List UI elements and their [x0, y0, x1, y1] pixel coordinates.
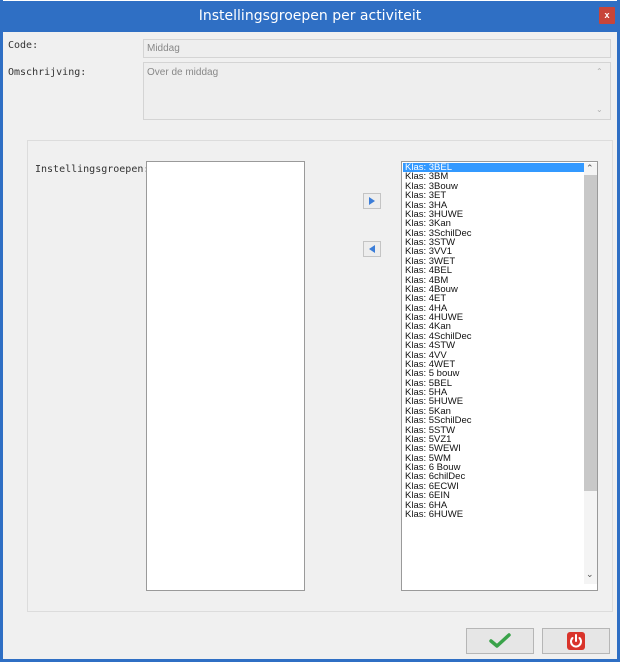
list-item[interactable]: Klas: 6HA [403, 501, 584, 510]
list-item[interactable]: Klas: 4SchilDec [403, 332, 584, 341]
list-item[interactable]: Klas: 4Bouw [403, 285, 584, 294]
list-item[interactable]: Klas: 6HUWE [403, 510, 584, 519]
list-item[interactable]: Klas: 6ECWI [403, 482, 584, 491]
checkmark-icon [489, 633, 511, 648]
list-item[interactable]: Klas: 4HA [403, 304, 584, 313]
list-item[interactable]: Klas: 3BM [403, 172, 584, 181]
description-field[interactable]: Over de middag ⌃ ⌄ [143, 62, 611, 120]
list-item[interactable]: Klas: 5HUWE [403, 397, 584, 406]
list-item[interactable]: Klas: 5Kan [403, 407, 584, 416]
list-item[interactable]: Klas: 6EIN [403, 491, 584, 500]
groups-label: Instellingsgroepen: [35, 164, 150, 175]
list-item[interactable]: Klas: 3BEL [403, 163, 584, 173]
description-text: Over de middag [147, 67, 219, 78]
list-item[interactable]: Klas: 6chilDec [403, 472, 584, 481]
dialog-window: Instellingsgroepen per activiteit x Code… [0, 0, 620, 662]
code-label: Code: [8, 40, 39, 51]
selected-groups-list[interactable] [146, 161, 305, 591]
available-groups-list[interactable]: Klas: 3BEL Klas: 3BM Klas: 3Bouw Klas: 3ET K… [401, 161, 598, 591]
description-label: Omschrijving: [8, 67, 87, 78]
arrow-right-icon [369, 197, 375, 205]
scroll-down-icon[interactable]: ⌄ [596, 105, 603, 114]
window-title: Instellingsgroepen per activiteit [198, 8, 422, 24]
list-item[interactable]: Klas: 6 Bouw [403, 463, 584, 472]
list-item[interactable]: Klas: 3Kan [403, 219, 584, 228]
confirm-button[interactable] [466, 628, 534, 654]
list-item[interactable]: Klas: 4VV [403, 351, 584, 360]
close-button[interactable]: x [599, 7, 615, 24]
scroll-up-icon[interactable]: ⌃ [596, 67, 603, 76]
list-item[interactable]: Klas: 3VV1 [403, 247, 584, 256]
move-right-button[interactable] [363, 193, 381, 209]
list-item[interactable]: Klas: 4BEL [403, 266, 584, 275]
list-item[interactable]: Klas: 4Kan [403, 322, 584, 331]
arrow-left-icon [369, 245, 375, 253]
list-item[interactable]: Klas: 3SchilDec [403, 229, 584, 238]
list-item[interactable]: Klas: 3ET [403, 191, 584, 200]
power-icon [567, 632, 585, 650]
available-groups-items: Klas: 3BEL Klas: 3BM Klas: 3Bouw Klas: 3ET K… [403, 163, 584, 519]
move-left-button[interactable] [363, 241, 381, 257]
list-item[interactable]: Klas: 4STW [403, 341, 584, 350]
list-item[interactable]: Klas: 5WEWI [403, 444, 584, 453]
list-item[interactable]: Klas: 4HUWE [403, 313, 584, 322]
groups-panel: Instellingsgroepen: Klas: 3BEL Klas: 3BM K… [27, 140, 613, 612]
list-item[interactable]: Klas: 5BEL [403, 379, 584, 388]
title-bar[interactable]: Instellingsgroepen per activiteit x [3, 0, 617, 32]
list-item[interactable]: Klas: 3Bouw [403, 182, 584, 191]
list-item[interactable]: Klas: 3WET [403, 257, 584, 266]
cancel-button[interactable] [542, 628, 610, 654]
list-item[interactable]: Klas: 5 bouw [403, 369, 584, 378]
scroll-thumb[interactable] [584, 175, 597, 491]
list-item[interactable]: Klas: 5STW [403, 426, 584, 435]
list-item[interactable]: Klas: 5VZ1 [403, 435, 584, 444]
list-item[interactable]: Klas: 3HA [403, 201, 584, 210]
list-scrollbar[interactable]: ⌃ ⌄ [584, 163, 597, 584]
list-item[interactable]: Klas: 3HUWE [403, 210, 584, 219]
list-item[interactable]: Klas: 5HA [403, 388, 584, 397]
chevron-up-icon[interactable]: ⌃ [586, 163, 594, 174]
chevron-down-icon[interactable]: ⌄ [586, 569, 594, 580]
list-item[interactable]: Klas: 5SchilDec [403, 416, 584, 425]
list-item[interactable]: Klas: 4ET [403, 294, 584, 303]
list-item[interactable]: Klas: 3STW [403, 238, 584, 247]
code-field[interactable]: Middag [143, 39, 611, 58]
list-item[interactable]: Klas: 4WET [403, 360, 584, 369]
list-item[interactable]: Klas: 5WM [403, 454, 584, 463]
list-item[interactable]: Klas: 4BM [403, 276, 584, 285]
